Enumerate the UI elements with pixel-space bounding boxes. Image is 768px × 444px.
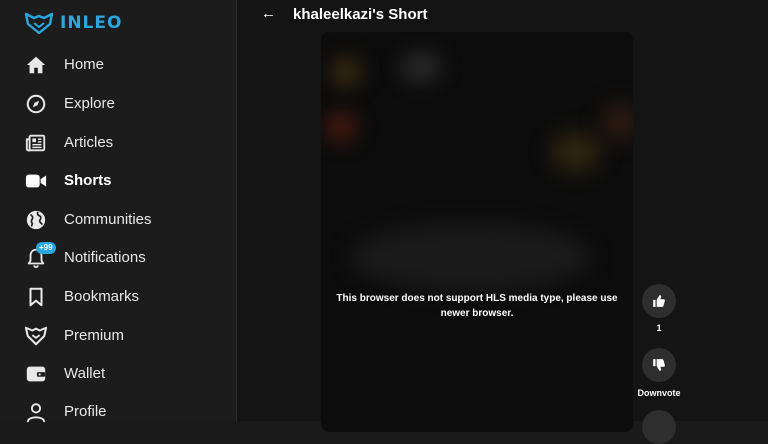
thumbs-up-icon <box>653 295 665 307</box>
upvote-button[interactable] <box>642 284 676 318</box>
video-player[interactable]: This browser does not support HLS media … <box>321 32 633 432</box>
globe-icon <box>25 209 47 231</box>
brand-name: INLEO <box>60 13 123 33</box>
sidebar-item-bookmarks[interactable]: Bookmarks <box>0 278 236 316</box>
sidebar-item-label: Notifications <box>64 249 146 266</box>
video-blur-spot <box>351 222 591 292</box>
video-camera-icon <box>25 170 47 192</box>
home-icon <box>25 54 47 76</box>
sidebar-item-explore[interactable]: Explore <box>0 85 236 123</box>
sidebar-item-profile[interactable]: Profile <box>0 393 236 431</box>
back-button[interactable]: ← <box>261 5 276 22</box>
newspaper-icon <box>25 132 47 154</box>
sidebar-item-label: Shorts <box>64 172 112 189</box>
lion-logo-icon <box>24 12 54 34</box>
inleo-logo[interactable]: INLEO <box>24 11 122 35</box>
page-title: khaleelkazi's Short <box>293 6 428 23</box>
video-blur-spot <box>601 102 633 142</box>
sidebar-item-label: Articles <box>64 134 114 151</box>
sidebar-item-label: Profile <box>64 403 107 420</box>
sidebar-item-label: Home <box>64 56 105 73</box>
video-unsupported-message: This browser does not support HLS media … <box>336 293 618 319</box>
bookmark-icon <box>25 286 47 308</box>
thumbs-down-icon <box>653 359 665 371</box>
sidebar-item-communities[interactable]: Communities <box>0 201 236 239</box>
upvote-count: 1 <box>656 323 662 333</box>
sidebar-item-shorts[interactable]: Shorts <box>0 162 236 200</box>
downvote-label: Downvote <box>637 388 681 398</box>
notification-badge: +99 <box>36 242 56 254</box>
sidebar-item-label: Premium <box>64 327 125 344</box>
video-blur-spot <box>326 112 356 142</box>
premium-logo-icon <box>25 325 47 347</box>
sidebar-item-label: Wallet <box>64 365 106 382</box>
sidebar-item-articles[interactable]: Articles <box>0 124 236 162</box>
downvote-button[interactable] <box>642 348 676 382</box>
wallet-icon <box>25 363 47 385</box>
video-blur-spot <box>331 57 361 87</box>
sidebar-item-home[interactable]: Home <box>0 46 236 84</box>
video-blur-spot <box>401 52 441 82</box>
sidebar-item-label: Bookmarks <box>64 288 140 305</box>
main-content: ← khaleelkazi's Short This browser does … <box>237 0 768 444</box>
more-action-button[interactable] <box>642 410 676 444</box>
video-blur-spot <box>551 132 601 172</box>
sidebar-item-notifications[interactable]: +99 Notifications <box>0 239 236 277</box>
compass-icon <box>25 93 47 115</box>
user-icon <box>25 401 47 423</box>
sidebar-item-label: Explore <box>64 95 115 112</box>
sidebar-item-wallet[interactable]: Wallet <box>0 355 236 393</box>
sidebar: INLEO Home Explore Articles Shorts Commu… <box>0 0 237 423</box>
sidebar-item-label: Communities <box>64 211 152 228</box>
sidebar-item-premium[interactable]: Premium <box>0 317 236 355</box>
